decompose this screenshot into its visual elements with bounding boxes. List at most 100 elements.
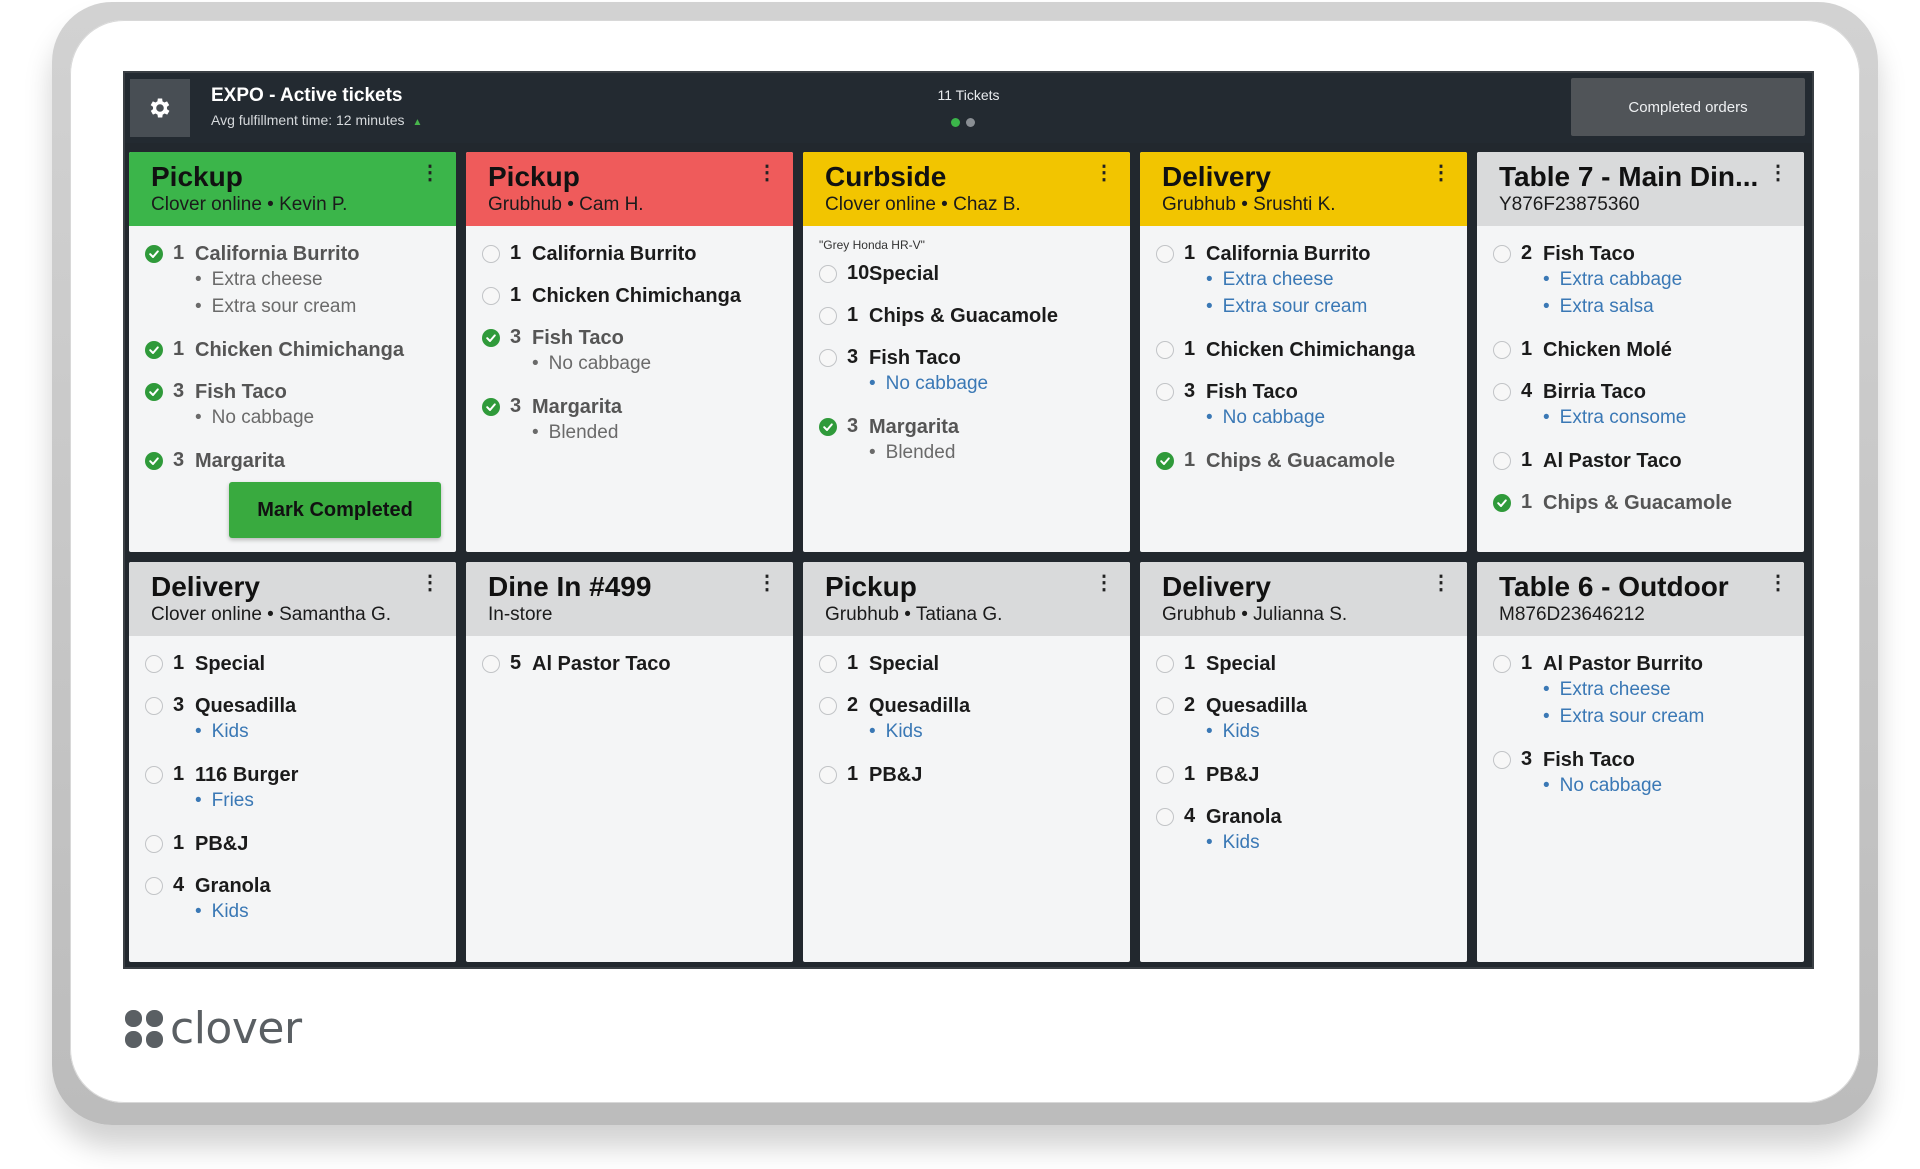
order-item[interactable]: 1 Chips & Guacamole <box>1156 449 1445 473</box>
unchecked-circle-icon[interactable] <box>1156 697 1174 715</box>
checked-icon[interactable] <box>819 418 837 436</box>
order-item[interactable]: 1 Chicken Chimichanga <box>1156 338 1445 362</box>
unchecked-circle-icon[interactable] <box>482 245 500 263</box>
order-item[interactable]: 1 California BurritoExtra cheeseExtra sou… <box>1156 242 1445 320</box>
order-item[interactable]: 1 California Burrito <box>482 242 771 266</box>
checked-icon[interactable] <box>145 452 163 470</box>
order-item[interactable]: 3 Fish TacoNo cabbage <box>819 346 1108 397</box>
ticket-card[interactable]: Curbside Clover online • Chaz B. ⋮ "Grey Ho… <box>803 152 1130 552</box>
order-item[interactable]: 1 PB&J <box>145 832 434 856</box>
ticket-card[interactable]: Table 6 - Outdoor M876D23646212 ⋮ 1 Al Pasto… <box>1477 562 1804 962</box>
order-item[interactable]: 1 PB&J <box>1156 763 1445 787</box>
order-item[interactable]: 1 Al Pastor Taco <box>1493 449 1782 473</box>
item-name: PB&J <box>1206 764 1260 786</box>
order-item[interactable]: 1 116 BurgerFries <box>145 763 434 814</box>
unchecked-circle-icon[interactable] <box>819 307 837 325</box>
order-item[interactable]: 1 Chicken Chimichanga <box>482 284 771 308</box>
unchecked-circle-icon[interactable] <box>482 287 500 305</box>
unchecked-circle-icon[interactable] <box>1156 245 1174 263</box>
ticket-card[interactable]: Pickup Clover online • Kevin P. ⋮ 1 Californ… <box>129 152 456 552</box>
unchecked-circle-icon[interactable] <box>1493 341 1511 359</box>
order-item[interactable]: 2 Fish TacoExtra cabbageExtra salsa <box>1493 242 1782 320</box>
order-item[interactable]: 1 Al Pastor BurritoExtra cheeseExtra sour… <box>1493 652 1782 730</box>
order-item[interactable]: 1 Chicken Chimichanga <box>145 338 434 362</box>
mark-completed-button[interactable]: Mark Completed <box>229 482 441 538</box>
order-item[interactable]: 3 Fish TacoNo cabbage <box>482 326 771 377</box>
ticket-card[interactable]: Dine In #499 In-store ⋮ 5 Al Pastor Taco <box>466 562 793 962</box>
more-options-icon[interactable]: ⋮ <box>1094 160 1114 185</box>
unchecked-circle-icon[interactable] <box>1493 655 1511 673</box>
unchecked-circle-icon[interactable] <box>1493 245 1511 263</box>
unchecked-circle-icon[interactable] <box>819 655 837 673</box>
order-item[interactable]: 1 Special <box>819 652 1108 676</box>
more-options-icon[interactable]: ⋮ <box>1431 160 1451 185</box>
unchecked-circle-icon[interactable] <box>1493 383 1511 401</box>
checked-icon[interactable] <box>1493 494 1511 512</box>
unchecked-circle-icon[interactable] <box>1156 341 1174 359</box>
more-options-icon[interactable]: ⋮ <box>420 160 440 185</box>
completed-orders-button[interactable]: Completed orders <box>1571 78 1805 136</box>
order-item[interactable]: 3 Fish TacoNo cabbage <box>145 380 434 431</box>
checked-icon[interactable] <box>145 383 163 401</box>
unchecked-circle-icon[interactable] <box>145 877 163 895</box>
ticket-card[interactable]: Delivery Grubhub • Julianna S. ⋮ 1 Special 2 Q… <box>1140 562 1467 962</box>
ticket-card[interactable]: Pickup Grubhub • Cam H. ⋮ 1 California Burri… <box>466 152 793 552</box>
order-item[interactable]: 2 QuesadillaKids <box>1156 694 1445 745</box>
ticket-card[interactable]: Delivery Grubhub • Srushti K. ⋮ 1 California… <box>1140 152 1467 552</box>
unchecked-circle-icon[interactable] <box>1156 766 1174 784</box>
order-item[interactable]: 10 Special <box>819 262 1108 286</box>
checked-icon[interactable] <box>482 329 500 347</box>
unchecked-circle-icon[interactable] <box>819 349 837 367</box>
order-item[interactable]: 1 Chips & Guacamole <box>1493 491 1782 515</box>
ticket-card[interactable]: Table 7 - Main Din... Y876F23875360 ⋮ 2 Fish… <box>1477 152 1804 552</box>
order-item[interactable]: 3 Margarita <box>145 449 434 473</box>
more-options-icon[interactable]: ⋮ <box>1768 160 1788 185</box>
unchecked-circle-icon[interactable] <box>145 766 163 784</box>
unchecked-circle-icon[interactable] <box>1156 655 1174 673</box>
checked-icon[interactable] <box>145 341 163 359</box>
ticket-card[interactable]: Pickup Grubhub • Tatiana G. ⋮ 1 Special 2 Ques… <box>803 562 1130 962</box>
order-item[interactable]: 1 Special <box>1156 652 1445 676</box>
more-options-icon[interactable]: ⋮ <box>757 570 777 595</box>
order-item[interactable]: 1 California BurritoExtra cheeseExtra sou… <box>145 242 434 320</box>
unchecked-circle-icon[interactable] <box>819 697 837 715</box>
order-item[interactable]: 1 Chips & Guacamole <box>819 304 1108 328</box>
order-item[interactable]: 3 QuesadillaKids <box>145 694 434 745</box>
checked-icon[interactable] <box>145 245 163 263</box>
order-item[interactable]: 1 Special <box>145 652 434 676</box>
unchecked-circle-icon[interactable] <box>1156 383 1174 401</box>
more-options-icon[interactable]: ⋮ <box>420 570 440 595</box>
unchecked-circle-icon[interactable] <box>819 766 837 784</box>
more-options-icon[interactable]: ⋮ <box>757 160 777 185</box>
order-item[interactable]: 3 Fish TacoNo cabbage <box>1156 380 1445 431</box>
settings-button[interactable] <box>130 79 190 137</box>
order-item[interactable]: 2 QuesadillaKids <box>819 694 1108 745</box>
order-item[interactable]: 1 Chicken Molé <box>1493 338 1782 362</box>
ticket-card[interactable]: Delivery Clover online • Samantha G. ⋮ 1 Spe… <box>129 562 456 962</box>
page-dot-active[interactable] <box>951 118 960 127</box>
page-dot[interactable] <box>966 118 975 127</box>
more-options-icon[interactable]: ⋮ <box>1768 570 1788 595</box>
checked-icon[interactable] <box>1156 452 1174 470</box>
more-options-icon[interactable]: ⋮ <box>1431 570 1451 595</box>
unchecked-circle-icon[interactable] <box>1156 808 1174 826</box>
order-item[interactable]: 1 PB&J <box>819 763 1108 787</box>
order-item[interactable]: 3 MargaritaBlended <box>819 415 1108 466</box>
unchecked-circle-icon[interactable] <box>145 835 163 853</box>
order-item[interactable]: 4 GranolaKids <box>1156 805 1445 856</box>
unchecked-circle-icon[interactable] <box>482 655 500 673</box>
unchecked-circle-icon[interactable] <box>819 265 837 283</box>
page-indicator[interactable] <box>951 118 975 127</box>
order-item[interactable]: 4 GranolaKids <box>145 874 434 925</box>
unchecked-circle-icon[interactable] <box>1493 452 1511 470</box>
order-item[interactable]: 5 Al Pastor Taco <box>482 652 771 676</box>
order-item[interactable]: 4 Birria TacoExtra consome <box>1493 380 1782 431</box>
unchecked-circle-icon[interactable] <box>145 655 163 673</box>
order-item[interactable]: 3 MargaritaBlended <box>482 395 771 446</box>
unchecked-circle-icon[interactable] <box>1493 751 1511 769</box>
order-item[interactable]: 3 Fish TacoNo cabbage <box>1493 748 1782 799</box>
unchecked-circle-icon[interactable] <box>145 697 163 715</box>
checked-icon[interactable] <box>482 398 500 416</box>
more-options-icon[interactable]: ⋮ <box>1094 570 1114 595</box>
ticket-items: 5 Al Pastor Taco <box>466 636 793 676</box>
